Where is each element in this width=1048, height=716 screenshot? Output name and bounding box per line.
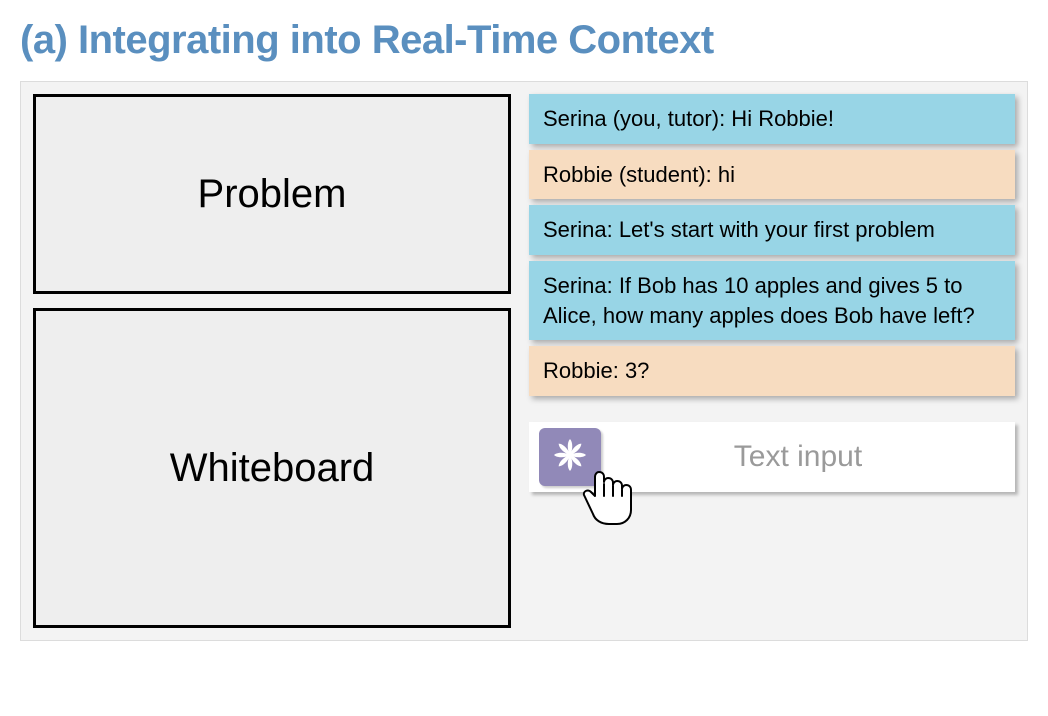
whiteboard-label: Whiteboard bbox=[170, 446, 375, 491]
problem-box: Problem bbox=[33, 94, 511, 294]
whiteboard-box[interactable]: Whiteboard bbox=[33, 308, 511, 628]
swirl-icon bbox=[550, 435, 590, 480]
ai-suggest-button[interactable] bbox=[539, 428, 601, 486]
chat-message-student: Robbie (student): hi bbox=[529, 150, 1015, 200]
right-column: Serina (you, tutor): Hi Robbie! Robbie (… bbox=[529, 94, 1015, 628]
text-input[interactable]: Text input bbox=[621, 440, 1005, 474]
chat-message-tutor: Serina (you, tutor): Hi Robbie! bbox=[529, 94, 1015, 144]
left-column: Problem Whiteboard bbox=[33, 94, 511, 628]
problem-label: Problem bbox=[198, 172, 347, 217]
input-row: Text input bbox=[529, 422, 1015, 492]
chat-log: Serina (you, tutor): Hi Robbie! Robbie (… bbox=[529, 94, 1015, 396]
page-title: (a) Integrating into Real-Time Context bbox=[20, 18, 1028, 63]
main-panel: Problem Whiteboard Serina (you, tutor): … bbox=[20, 81, 1028, 641]
chat-message-student: Robbie: 3? bbox=[529, 346, 1015, 396]
chat-message-tutor: Serina: Let's start with your first prob… bbox=[529, 205, 1015, 255]
chat-message-tutor: Serina: If Bob has 10 apples and gives 5… bbox=[529, 261, 1015, 340]
